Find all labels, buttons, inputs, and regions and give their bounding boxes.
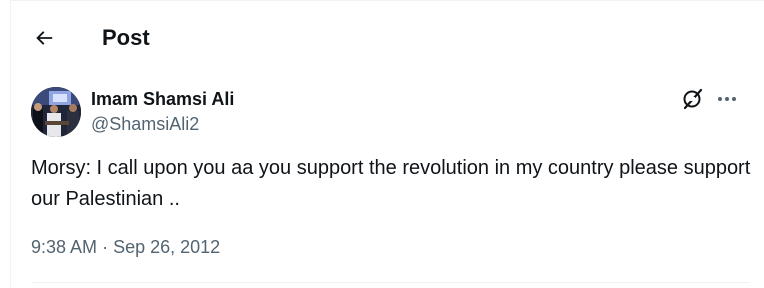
post-meta: 9:38 AM · Sep 26, 2012: [31, 235, 220, 259]
divider: [31, 282, 750, 283]
avatar[interactable]: [31, 87, 81, 137]
avatar-image: [31, 87, 81, 137]
grok-icon[interactable]: [681, 87, 705, 111]
post-text: Morsy: I call upon you aa you support th…: [31, 157, 751, 210]
page-header: Post: [11, 1, 764, 77]
arrow-left-icon: [36, 31, 53, 45]
author-name[interactable]: Imam Shamsi Ali: [91, 88, 234, 110]
meta-separator: ·: [102, 237, 109, 257]
post-date[interactable]: Sep 26, 2012: [113, 237, 220, 257]
back-button[interactable]: [25, 19, 63, 57]
more-horizontal-icon[interactable]: [715, 87, 739, 111]
post-time[interactable]: 9:38 AM: [31, 237, 97, 257]
page-title: Post: [102, 25, 150, 50]
author-handle[interactable]: @ShamsiAli2: [91, 113, 199, 135]
post-page: Post Imam Shamsi Ali @ShamsiAli2 Morsy: …: [10, 0, 764, 288]
